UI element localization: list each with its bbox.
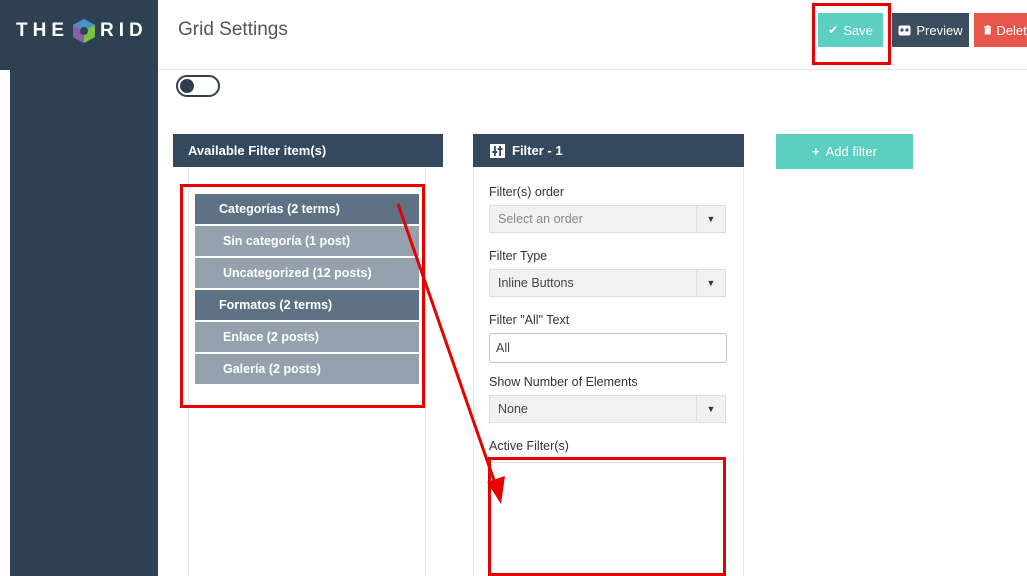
logo-text-left: THE: [16, 20, 69, 41]
filter-item-term[interactable]: Uncategorized (12 posts): [195, 258, 419, 288]
active-filters-label: Active Filter(s): [489, 439, 569, 453]
sidebar: [10, 0, 158, 576]
page-title: Grid Settings: [178, 19, 288, 40]
show-number-select[interactable]: None ▼: [489, 395, 726, 423]
filter-type-label: Filter Type: [489, 249, 548, 263]
check-icon: ✔: [828, 23, 839, 37]
grid-logo-icon: [73, 19, 95, 43]
delete-button-label: Delete: [996, 22, 1027, 38]
filter-item-label: Categorías (2 terms): [219, 202, 340, 216]
chevron-down-icon: ▼: [696, 270, 725, 296]
filter-item-term[interactable]: Galería (2 posts): [195, 354, 419, 384]
logo[interactable]: THE RID: [16, 18, 148, 44]
filter-all-text-label: Filter "All" Text: [489, 313, 570, 327]
filter-1-title: Filter - 1: [512, 143, 563, 158]
enable-filter-toggle[interactable]: [176, 75, 220, 97]
logo-bar: THE RID: [0, 0, 158, 70]
filter-order-value: Select an order: [498, 212, 583, 226]
save-button-label: Save: [843, 22, 873, 38]
chevron-down-icon: ▼: [696, 396, 725, 422]
filter-1-header: Filter - 1: [473, 134, 744, 167]
topbar: Grid Settings ✔ Save Preview Delete: [158, 0, 1027, 70]
filter-order-label: Filter(s) order: [489, 185, 565, 199]
filter-all-text-input[interactable]: [489, 333, 727, 363]
show-number-label: Show Number of Elements: [489, 375, 638, 389]
filter-item-label: Uncategorized (12 posts): [223, 266, 372, 280]
available-filters-header: Available Filter item(s): [173, 134, 443, 167]
filter-item-label: Enlace (2 posts): [223, 330, 319, 344]
filter-item-label: Galería (2 posts): [223, 362, 321, 376]
toggle-knob: [180, 79, 194, 93]
filter-item-term[interactable]: Sin categoría (1 post): [195, 226, 419, 256]
preview-button[interactable]: Preview: [892, 13, 969, 47]
save-button[interactable]: ✔ Save: [818, 13, 883, 47]
plus-icon: +: [812, 144, 820, 159]
trash-icon: [984, 25, 992, 35]
available-filters-title: Available Filter item(s): [188, 143, 327, 158]
eye-icon: [898, 25, 911, 35]
filter-type-value: Inline Buttons: [498, 276, 574, 290]
filter-order-select[interactable]: Select an order ▼: [489, 205, 726, 233]
filter-item-category[interactable]: Formatos (2 terms): [195, 290, 419, 320]
filter-item-term[interactable]: Enlace (2 posts): [195, 322, 419, 352]
filter-item-category[interactable]: Categorías (2 terms): [195, 194, 419, 224]
filter-sliders-icon: [490, 143, 505, 158]
delete-button[interactable]: Delete: [974, 13, 1027, 47]
filter-item-label: Sin categoría (1 post): [223, 234, 351, 248]
filter-item-label: Formatos (2 terms): [219, 298, 333, 312]
filter-type-select[interactable]: Inline Buttons ▼: [489, 269, 726, 297]
logo-text-right: RID: [100, 20, 148, 41]
active-filters-dropzone[interactable]: [489, 462, 726, 576]
chevron-down-icon: ▼: [696, 206, 725, 232]
add-filter-label: Add filter: [825, 144, 877, 159]
add-filter-button[interactable]: + Add filter: [776, 134, 913, 169]
preview-button-label: Preview: [916, 22, 963, 38]
show-number-value: None: [498, 402, 528, 416]
